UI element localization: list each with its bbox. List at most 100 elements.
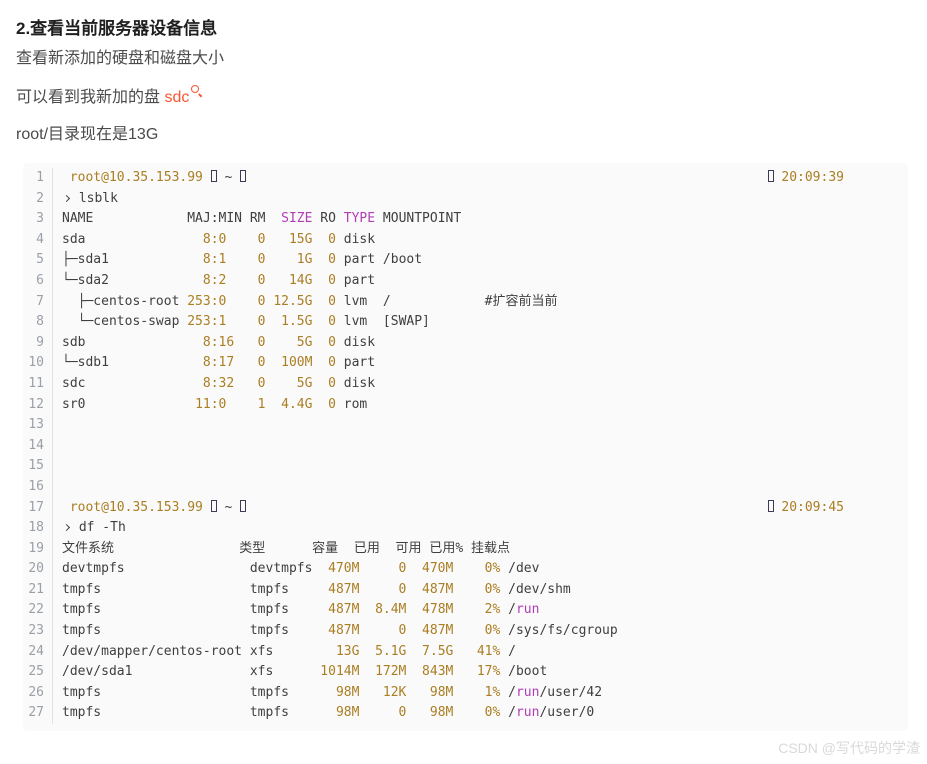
code-text-segment: disk bbox=[336, 335, 375, 350]
code-text-segment: 487M 8.4M 478M 2% bbox=[289, 602, 500, 617]
code-text-segment: TYPE bbox=[344, 211, 375, 226]
code-block[interactable]: 1 root@10.35.153.99 ~ 20:09:392 lsblk3NA… bbox=[23, 163, 908, 731]
code-line: 21tmpfs tmpfs 487M 0 487M 0% /dev/shm bbox=[23, 580, 908, 601]
line-number: 13 bbox=[23, 415, 53, 436]
code-line: 5├─sda1 8:1 0 1G 0 part /boot bbox=[23, 250, 908, 271]
code-text-segment: /user/0 bbox=[539, 705, 594, 720]
code-text-segment: 470M 0 470M 0% bbox=[312, 561, 500, 576]
paragraph-2-text: 可以看到我新加的盘 bbox=[16, 89, 164, 106]
code-text-segment: run bbox=[516, 602, 539, 617]
paragraph-3: root/目录现在是13G bbox=[16, 124, 927, 146]
code-line-content bbox=[62, 477, 908, 498]
code-line-content: └─sdb1 8:17 0 100M 0 part bbox=[62, 353, 908, 374]
code-text-segment: / bbox=[500, 685, 516, 700]
line-number: 27 bbox=[23, 703, 53, 724]
code-line: 1 root@10.35.153.99 ~ 20:09:39 bbox=[23, 168, 908, 189]
code-text-segment: 487M 0 487M 0% bbox=[289, 623, 500, 638]
code-text-segment: 20:09:45 bbox=[774, 500, 844, 515]
code-text-segment: part bbox=[336, 355, 375, 370]
code-line: 24/dev/mapper/centos-root xfs 13G 5.1G 7… bbox=[23, 642, 908, 663]
missing-glyph-box bbox=[240, 170, 246, 182]
code-line-content: tmpfs tmpfs 487M 0 487M 0% /sys/fs/cgrou… bbox=[62, 621, 908, 642]
code-text-segment: 8:2 0 14G 0 bbox=[203, 273, 336, 288]
code-line: 20devtmpfs devtmpfs 470M 0 470M 0% /dev bbox=[23, 559, 908, 580]
code-text-segment: root@10.35.153.99 bbox=[70, 170, 211, 185]
line-number: 8 bbox=[23, 312, 53, 333]
code-line: 18 df -Th bbox=[23, 518, 908, 539]
code-line-content: └─centos-swap 253:1 0 1.5G 0 lvm [SWAP] bbox=[62, 312, 908, 333]
code-line-content: └─sda2 8:2 0 14G 0 part bbox=[62, 271, 908, 292]
code-line-content bbox=[62, 436, 908, 457]
code-text-segment: 8:16 0 5G 0 bbox=[203, 335, 336, 350]
code-line-content bbox=[62, 456, 908, 477]
code-line: 26 tmpfs tmpfs 98M 12K 98M 1% /run/user/4… bbox=[23, 683, 908, 704]
code-line-content: root@10.35.153.99 ~ bbox=[62, 168, 768, 189]
code-line-content: sr0 11:0 1 4.4G 0 rom bbox=[62, 395, 908, 416]
line-number: 26 bbox=[23, 683, 53, 704]
code-text-segment: 13G 5.1G 7.5G 41% bbox=[273, 644, 500, 659]
line-number: 9 bbox=[23, 333, 53, 354]
line-number: 14 bbox=[23, 436, 53, 457]
code-text-segment: 1014M 172M 843M 17% bbox=[273, 664, 500, 679]
sdc-link[interactable]: sdc bbox=[164, 89, 202, 106]
code-line-content: sdb 8:16 0 5G 0 disk bbox=[62, 333, 908, 354]
code-text-segment: sdc bbox=[62, 376, 203, 391]
code-line-content: df -Th bbox=[62, 518, 908, 539]
code-text-segment: tmpfs tmpfs bbox=[62, 582, 289, 597]
right-prompt-timestamp: 20:09:45 bbox=[768, 498, 908, 519]
code-text-segment: / bbox=[500, 602, 516, 617]
code-line: 13 bbox=[23, 415, 908, 436]
csdn-watermark: CSDN @写代码的学渣 bbox=[778, 738, 920, 758]
code-text-segment: ~ bbox=[217, 500, 240, 515]
code-line-content: sdc 8:32 0 5G 0 disk bbox=[62, 374, 908, 395]
code-text-segment: 20:09:39 bbox=[774, 170, 844, 185]
code-text-segment: /boot bbox=[500, 664, 547, 679]
line-number: 21 bbox=[23, 580, 53, 601]
line-number: 15 bbox=[23, 456, 53, 477]
code-text-segment: sda bbox=[62, 232, 203, 247]
code-line: 12sr0 11:0 1 4.4G 0 rom bbox=[23, 395, 908, 416]
code-text-segment: devtmpfs devtmpfs bbox=[62, 561, 312, 576]
code-line-content: /dev/mapper/centos-root xfs 13G 5.1G 7.5… bbox=[62, 642, 908, 663]
code-text-segment: /sys/fs/cgroup bbox=[500, 623, 617, 638]
code-text-segment: /dev/mapper/centos-root xfs bbox=[62, 644, 273, 659]
code-text-segment: tmpfs tmpfs bbox=[62, 705, 289, 720]
prompt-chevron-icon bbox=[63, 524, 70, 531]
code-line: 14 bbox=[23, 436, 908, 457]
code-text-segment: lsblk bbox=[71, 191, 118, 206]
line-number: 18 bbox=[23, 518, 53, 539]
code-line-content: tmpfs tmpfs 98M 12K 98M 1% /run/user/42 bbox=[62, 683, 908, 704]
right-prompt-timestamp: 20:09:39 bbox=[768, 168, 908, 189]
line-number: 22 bbox=[23, 600, 53, 621]
code-line-content: tmpfs tmpfs 98M 0 98M 0% /run/user/0 bbox=[62, 703, 908, 724]
article-page: 2.查看当前服务器设备信息 查看新添加的硬盘和磁盘大小 可以看到我新加的盘 sd… bbox=[0, 0, 927, 764]
code-text-segment bbox=[62, 500, 70, 515]
section-heading: 2.查看当前服务器设备信息 bbox=[16, 14, 927, 39]
prompt-chevron-icon bbox=[63, 195, 70, 202]
code-text-segment: part bbox=[336, 273, 375, 288]
code-text-segment: / bbox=[500, 644, 516, 659]
code-text-segment: NAME MAJ:MIN RM bbox=[62, 211, 281, 226]
code-text-segment: part /boot bbox=[336, 252, 422, 267]
code-text-segment: 文件系统 类型 容量 已用 可用 已用% 挂载点 bbox=[62, 541, 510, 556]
code-line-content: NAME MAJ:MIN RM SIZE RO TYPE MOUNTPOINT bbox=[62, 209, 908, 230]
line-number: 1 bbox=[23, 168, 53, 189]
code-text-segment: 98M 12K 98M 1% bbox=[289, 685, 500, 700]
code-text-segment: 98M 0 98M 0% bbox=[289, 705, 500, 720]
line-number: 11 bbox=[23, 374, 53, 395]
code-line: 17 root@10.35.153.99 ~ 20:09:45 bbox=[23, 498, 908, 519]
code-text-segment: ├─centos-root bbox=[62, 294, 187, 309]
code-line-content: ├─sda1 8:1 0 1G 0 part /boot bbox=[62, 250, 908, 271]
code-line: 25/dev/sda1 xfs 1014M 172M 843M 17% /boo… bbox=[23, 662, 908, 683]
line-number: 3 bbox=[23, 209, 53, 230]
code-text-segment: /dev bbox=[500, 561, 539, 576]
code-line: 4sda 8:0 0 15G 0 disk bbox=[23, 230, 908, 251]
line-number: 10 bbox=[23, 353, 53, 374]
sdc-link-label: sdc bbox=[164, 89, 189, 106]
line-number: 17 bbox=[23, 498, 53, 519]
code-line-content: sda 8:0 0 15G 0 disk bbox=[62, 230, 908, 251]
code-line-content: tmpfs tmpfs 487M 8.4M 478M 2% /run bbox=[62, 600, 908, 621]
search-icon[interactable] bbox=[191, 85, 202, 96]
code-text-segment: disk bbox=[336, 232, 375, 247]
code-line: 3 NAME MAJ:MIN RM SIZE RO TYPE MOUNTPOINT bbox=[23, 209, 908, 230]
